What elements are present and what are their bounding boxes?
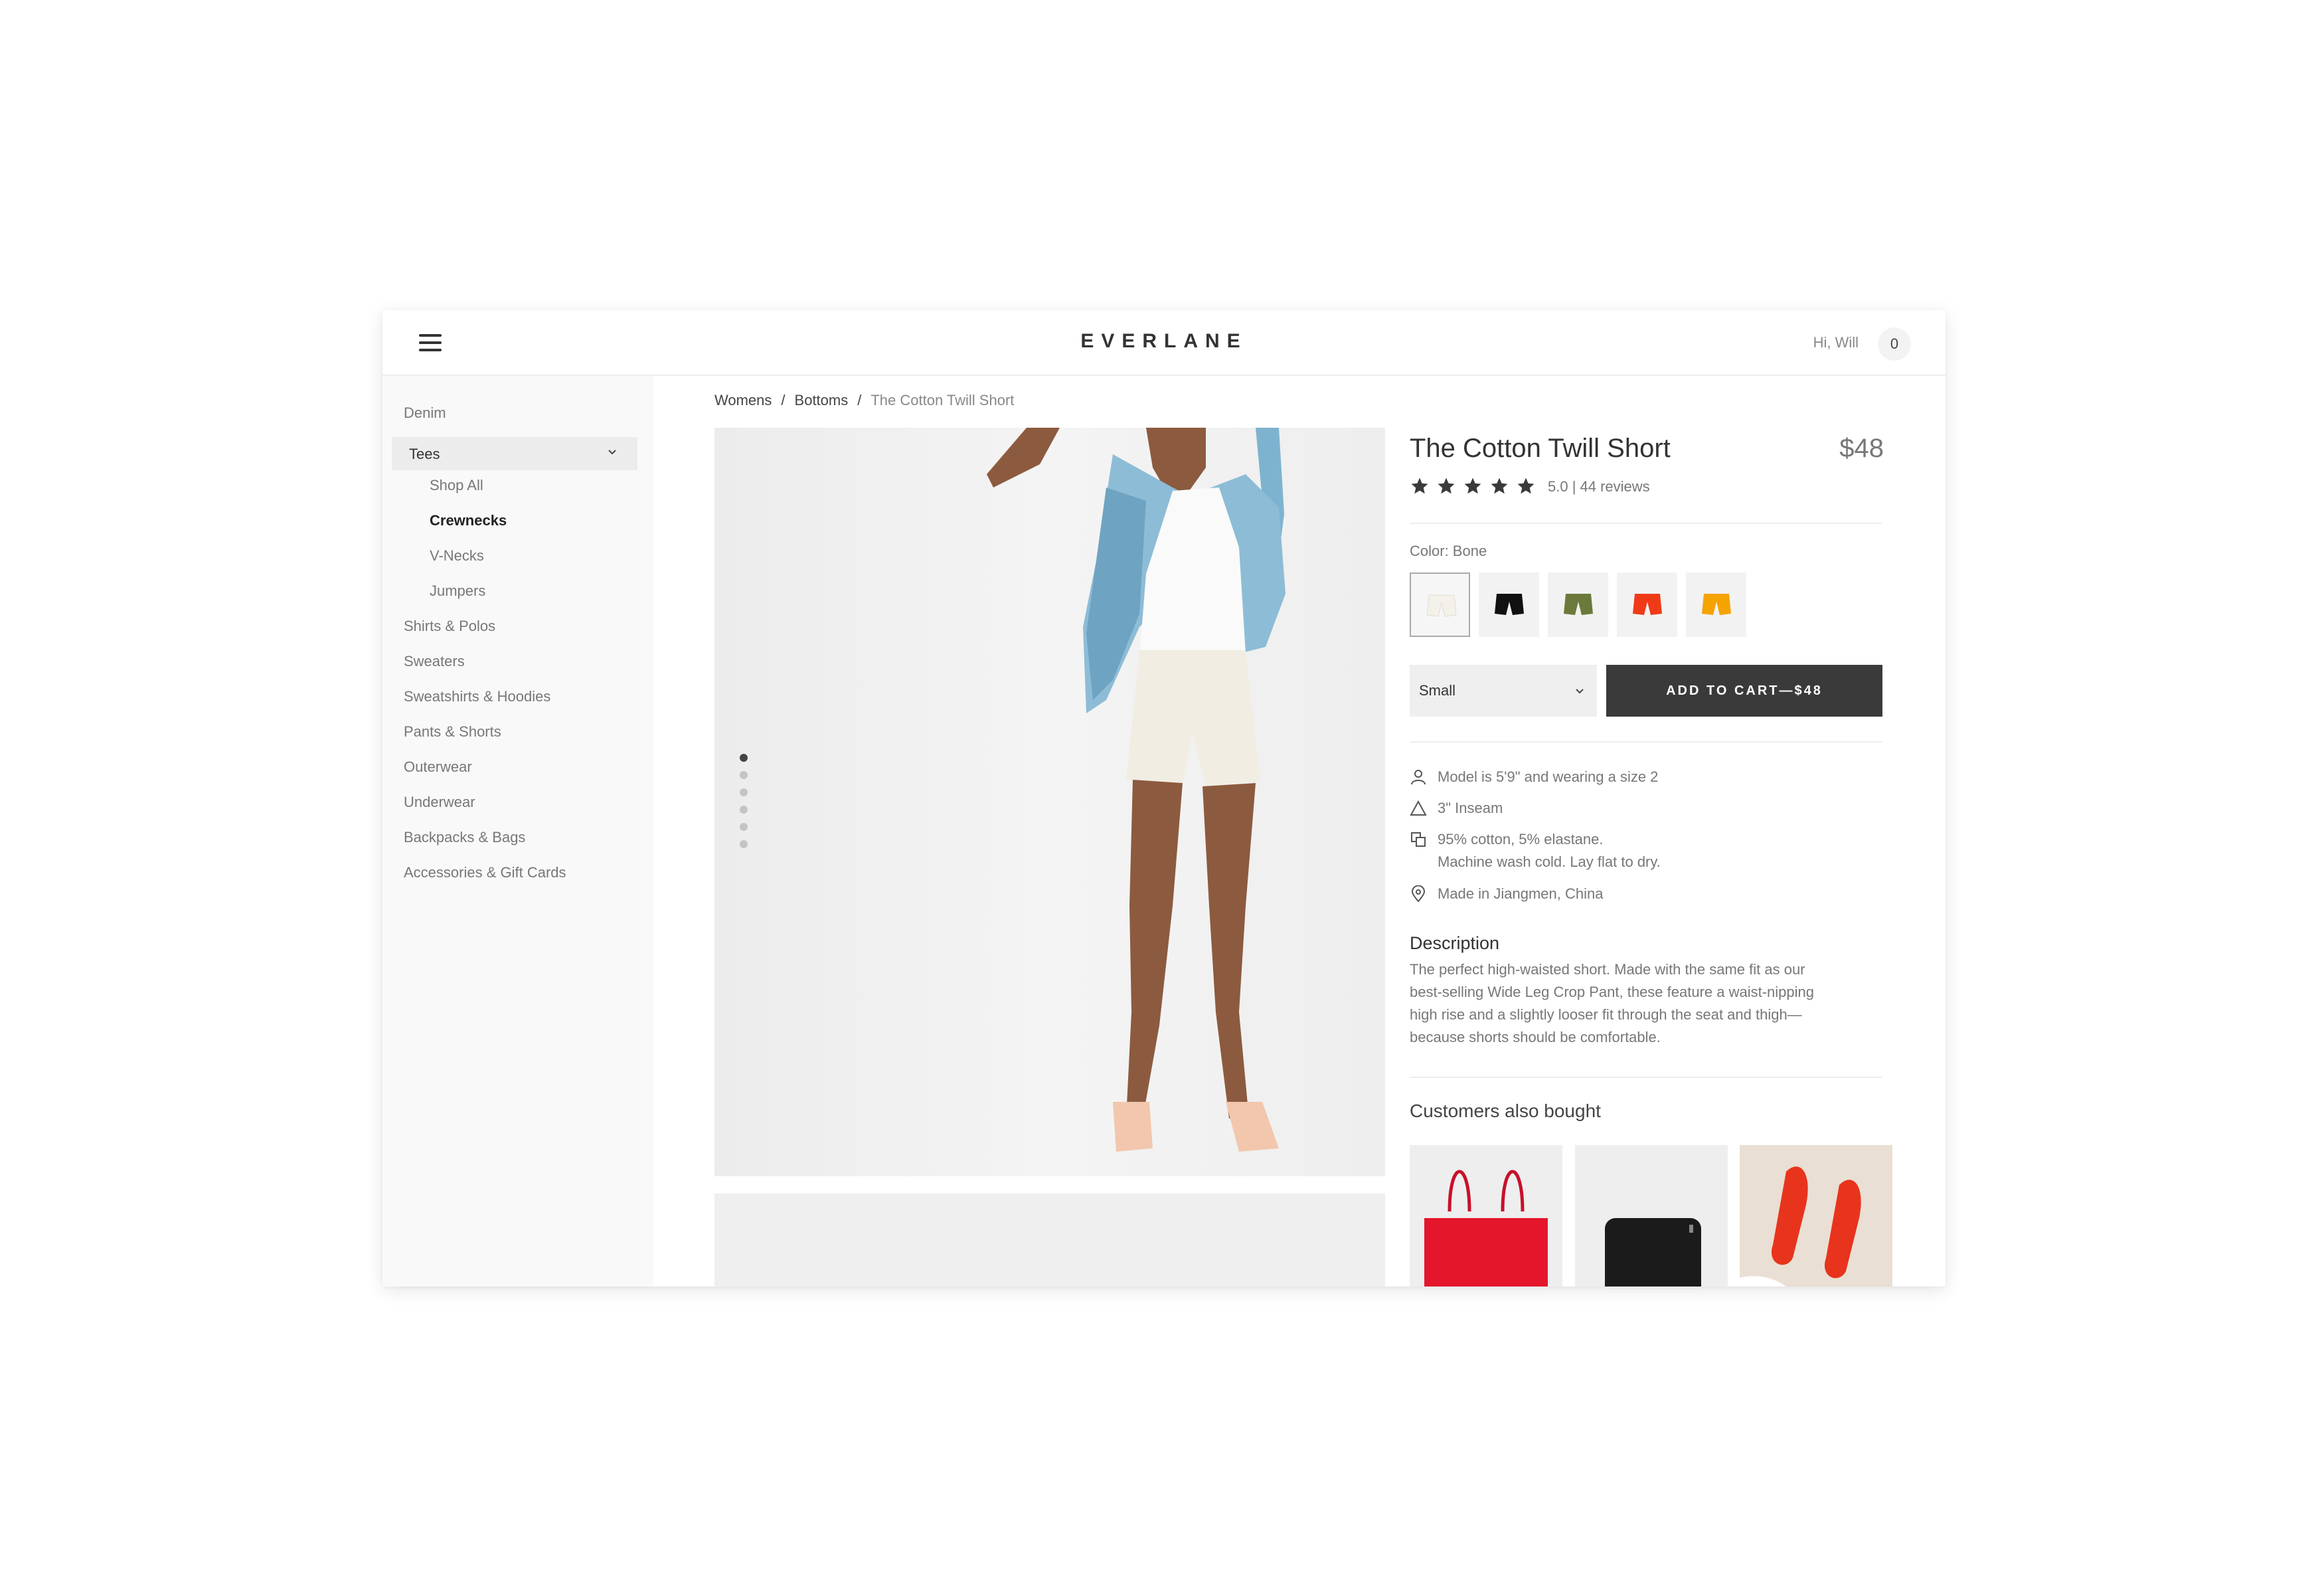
location-pin-icon (1411, 885, 1426, 903)
sidebar-item-sweatshirts-hoodies[interactable]: Sweatshirts & Hoodies (404, 688, 550, 705)
sidebar-item-label: Tees (409, 446, 440, 462)
sidebar-item-crewnecks[interactable]: Crewnecks (430, 512, 507, 529)
swatch-olive[interactable] (1548, 573, 1608, 637)
gallery-dot[interactable] (740, 771, 748, 779)
star-icon (1464, 478, 1481, 494)
breadcrumb-bottoms[interactable]: Bottoms (795, 392, 849, 408)
gallery-pagination (740, 754, 750, 857)
description-line: because shorts should be comfortable. (1410, 1029, 1661, 1045)
also-bought-item-wallet[interactable] (1575, 1145, 1728, 1286)
breadcrumb-separator: / (781, 392, 786, 408)
swatch-red[interactable] (1617, 573, 1677, 637)
also-bought-heading: Customers also bought (1410, 1101, 1601, 1121)
sidebar-item-denim[interactable]: Denim (404, 404, 446, 422)
shorts-thumbnail (1633, 594, 1662, 615)
color-swatches (1410, 573, 1746, 637)
breadcrumb-womens[interactable]: Womens (714, 392, 772, 408)
swatch-yellow[interactable] (1686, 573, 1746, 637)
browser-window: EVERLANE Hi, Will 0 Denim Tees Shop All … (382, 310, 1946, 1286)
divider (1410, 741, 1882, 743)
also-bought-item-tote[interactable] (1410, 1145, 1562, 1286)
category-sidebar: Denim Tees Shop All Crewnecks V-Necks Ju… (382, 376, 653, 1286)
product-title: The Cotton Twill Short (1410, 434, 1671, 463)
star-icon (1517, 478, 1535, 494)
sidebar-item-v-necks[interactable]: V-Necks (430, 547, 484, 565)
chevron-down-icon (1576, 689, 1584, 694)
fact-text: 95% cotton, 5% elastane. (1438, 831, 1604, 847)
sidebar-item-underwear[interactable]: Underwear (404, 794, 475, 811)
sidebar-item-backpacks-bags[interactable]: Backpacks & Bags (404, 829, 525, 846)
gallery-dot[interactable] (740, 806, 748, 814)
account-greeting[interactable]: Hi, Will (1813, 334, 1859, 351)
sidebar-item-shirts-polos[interactable]: Shirts & Polos (404, 618, 495, 635)
person-icon (1411, 770, 1426, 785)
star-icon (1491, 478, 1508, 494)
description-line: best-selling Wide Leg Crop Pant, these f… (1410, 984, 1815, 1000)
product-image-secondary[interactable] (714, 1194, 1385, 1286)
fact-text: 3" Inseam (1438, 800, 1503, 816)
gallery-dot[interactable] (740, 823, 748, 831)
swatch-black[interactable] (1479, 573, 1539, 637)
model-photo (714, 428, 1385, 1176)
product-price: $48 (1839, 434, 1884, 463)
sidebar-item-outerwear[interactable]: Outerwear (404, 758, 472, 776)
brand-logo[interactable]: EVERLANE (382, 330, 1946, 353)
rating-summary[interactable]: 5.0 | 44 reviews (1548, 478, 1650, 495)
wallet-image (1605, 1218, 1701, 1286)
sidebar-item-jumpers[interactable]: Jumpers (430, 582, 485, 600)
description-line: high rise and a slightly looser fit thro… (1410, 1006, 1802, 1023)
divider (1410, 523, 1882, 524)
rating-stars[interactable] (1410, 476, 1536, 497)
add-to-cart-button[interactable]: ADD TO CART—$48 (1606, 665, 1882, 717)
fact-text: Model is 5'9" and wearing a size 2 (1438, 768, 1659, 785)
sidebar-item-pants-shorts[interactable]: Pants & Shorts (404, 723, 501, 741)
shorts-thumbnail (1495, 594, 1524, 615)
shorts-thumbnail (1427, 594, 1456, 617)
gallery-dot[interactable] (740, 754, 748, 762)
gallery-dot[interactable] (740, 840, 748, 848)
divider (1410, 1077, 1882, 1078)
red-flats-image (1740, 1145, 1892, 1286)
description-text: The perfect high-waisted short. Made wit… (1410, 958, 1874, 1049)
also-bought-item-flats[interactable] (1740, 1145, 1892, 1286)
fact-text: Machine wash cold. Lay flat to dry. (1438, 853, 1661, 870)
fact-text: Made in Jiangmen, China (1438, 885, 1604, 902)
triangle-ruler-icon (1410, 800, 1427, 816)
sidebar-item-sweaters[interactable]: Sweaters (404, 653, 465, 670)
color-label: Color: Bone (1410, 543, 1487, 559)
site-header: EVERLANE Hi, Will 0 (382, 310, 1946, 376)
gallery-dot[interactable] (740, 788, 748, 796)
breadcrumb: Womens / Bottoms / The Cotton Twill Short (714, 392, 1014, 409)
cart-count-badge[interactable]: 0 (1878, 327, 1911, 361)
sidebar-item-accessories-gift-cards[interactable]: Accessories & Gift Cards (404, 864, 566, 881)
sidebar-item-shop-all[interactable]: Shop All (430, 477, 483, 494)
fabric-icon (1411, 832, 1426, 847)
star-icon (1411, 478, 1428, 494)
product-image[interactable] (714, 428, 1385, 1176)
tote-bag-image (1424, 1170, 1548, 1286)
star-icon (1438, 478, 1455, 494)
breadcrumb-current: The Cotton Twill Short (871, 392, 1015, 408)
shorts-thumbnail (1702, 594, 1731, 615)
description-heading: Description (1410, 933, 1500, 953)
description-line: The perfect high-waisted short. Made wit… (1410, 961, 1805, 978)
sidebar-item-tees[interactable]: Tees (392, 437, 637, 470)
shorts-thumbnail (1564, 594, 1593, 615)
swatch-bone[interactable] (1410, 573, 1470, 637)
size-select[interactable]: Small (1410, 665, 1597, 717)
breadcrumb-separator: / (857, 392, 862, 408)
chevron-down-icon (608, 450, 616, 455)
size-value: Small (1419, 682, 1456, 699)
